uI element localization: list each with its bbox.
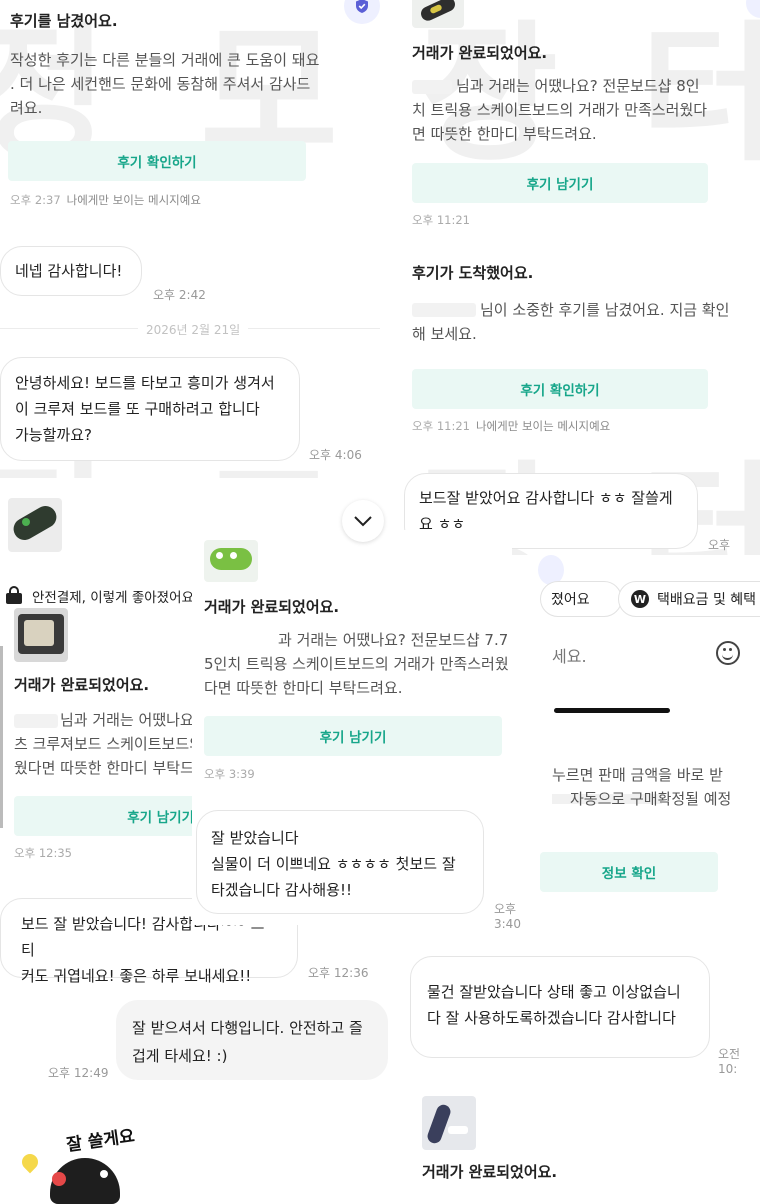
chat-bubble: 네넵 감사합니다! xyxy=(0,246,142,296)
product-thumbnail xyxy=(412,0,464,28)
review-card-body-line: 작성한 후기는 다른 분들의 거래에 큰 도움이 돼요 xyxy=(10,51,320,69)
trade-complete-title: 거래가 완료되었어요. xyxy=(14,676,150,694)
trade-complete-title: 거래가 완료되었어요. xyxy=(412,44,548,62)
panel-divider xyxy=(0,646,3,828)
chat-bubble-line: 안녕하세요! 보드를 타보고 흥미가 생겨서 xyxy=(15,374,275,392)
message-time: 오후 3:40 xyxy=(494,902,521,931)
blurred-username xyxy=(14,714,58,728)
chip-safe-pay[interactable]: 졌어요 xyxy=(540,581,622,617)
trade-complete-title: 거래가 완료되었어요. xyxy=(422,1163,558,1181)
shield-badge-icon xyxy=(344,0,380,24)
chat-bubble-line: 다 잘 사용하도록하겠습니다 감사합니다 xyxy=(427,1009,676,1027)
view-review-button[interactable]: 후기 확인하기 xyxy=(8,141,306,181)
chat-bubble-line: 물건 잘받았습니다 상태 좋고 이상없습니 xyxy=(427,983,681,1001)
info-text-line: 누르면 판매 금액을 바로 받 xyxy=(552,766,723,784)
blurred-username xyxy=(412,303,476,317)
chat-bubble-line: 잘 받으셔서 다행입니다. 안전하고 즐 xyxy=(132,1019,363,1037)
write-review-label: 후기 남기기 xyxy=(127,810,194,826)
chat-bubble-line: 가능할까요? xyxy=(15,426,92,444)
message-input[interactable]: 세요. xyxy=(552,643,587,667)
sticker: 잘 쓸게요 xyxy=(18,1118,152,1204)
my-chat-bubble: 잘 받으셔서 다행입니다. 안전하고 즐 겁게 타세요! :) xyxy=(116,1000,388,1080)
chat-bubble-line: 이 크루져 보드를 또 구매하려고 합니다 xyxy=(15,400,260,418)
review-card-body-line: 려요. xyxy=(10,99,43,117)
chat-bubble-line: 보드잘 받았어요 감사합니다 ㅎㅎ 잘쓸게 xyxy=(419,489,673,507)
chat-bubble-line: 커도 귀엽네요! 좋은 하루 보내세요!! xyxy=(21,967,252,985)
message-time: 오후 4:06 xyxy=(309,448,362,462)
trade-complete-body-line: 님과 거래는 어땠나요? 전문보드샵 8인 xyxy=(456,77,700,95)
chat-bubble-line: 겁게 타세요! :) xyxy=(132,1047,228,1065)
trade-complete-body-line: 츠 크루져보드 스케이트보드의 xyxy=(14,735,203,753)
blurred-username xyxy=(412,80,452,94)
review-arrived-body-line: 해 보세요. xyxy=(412,325,477,343)
chat-bubble: 안녕하세요! 보드를 타보고 흥미가 생겨서 이 크루져 보드를 또 구매하려고… xyxy=(0,357,300,461)
trade-complete-body-line: 5인치 트릭용 스케이트보드의 거래가 만족스러웠 xyxy=(204,655,509,673)
info-check-button[interactable]: 정보 확인 xyxy=(540,852,718,892)
message-time: 오후 11:21 xyxy=(412,419,470,433)
message-meta: 오후 11:21 나에게만 보이는 메시지예요 xyxy=(412,418,610,434)
message-meta: 오후 2:37 나에게만 보이는 메시지예요 xyxy=(10,192,201,208)
trade-complete-body-line: 웠다면 따뜻한 한마디 부탁드려 xyxy=(14,759,208,777)
product-thumbnail xyxy=(14,608,68,662)
info-text-line: 자동으로 구매확정될 예정 xyxy=(570,790,732,808)
home-indicator xyxy=(554,708,670,713)
message-time: 오후 12:36 xyxy=(308,966,369,980)
product-thumbnail xyxy=(422,1096,476,1150)
chevron-down-icon xyxy=(354,516,372,527)
private-note: 나에게만 보이는 메시지예요 xyxy=(475,419,611,433)
trade-complete-body-line: 과 거래는 어땠나요? 전문보드샵 7.7 xyxy=(278,631,509,649)
message-time: 오후 2:37 xyxy=(10,193,61,207)
message-time: 오후 11:21 xyxy=(412,213,470,227)
sticker-text: 잘 쓸게요 xyxy=(65,1126,136,1156)
chip-label: 졌어요 xyxy=(551,592,590,608)
chat-panel-top-right: 거래가 완료되었어요. 님과 거래는 어땠나요? 전문보드샵 8인 치 트릭용 … xyxy=(400,0,760,567)
trade-complete-body-line: 치 트릭용 스케이트보드의 거래가 만족스러웠다 xyxy=(412,101,708,119)
date-label: 2026년 2월 21일 xyxy=(138,321,249,338)
chip-label: 택배요금 및 혜택 확 xyxy=(657,592,760,608)
review-arrived-body-line: 님이 소중한 후기를 남겼어요. 지금 확인 xyxy=(480,301,730,319)
message-time: 오후 3:39 xyxy=(204,767,255,781)
chat-bubble: 물건 잘받았습니다 상태 좋고 이상없습니 다 잘 사용하도록하겠습니다 감사합… xyxy=(410,956,710,1058)
trade-complete-body-line: 다면 따뜻한 한마디 부탁드려요. xyxy=(204,679,403,697)
won-circle-icon: W xyxy=(631,590,649,608)
message-time: 오전 10: xyxy=(718,1047,741,1076)
review-card-title: 후기를 남겼어요. xyxy=(10,12,118,30)
write-review-button[interactable]: 후기 남기기 xyxy=(204,716,502,756)
chat-bubble-line: 타겠습니다 감사해용!! xyxy=(211,881,352,899)
scroll-down-button[interactable] xyxy=(342,500,384,542)
emoji-icon[interactable] xyxy=(716,641,740,665)
chat-bubble-line: 실물이 더 이쁘네요 ㅎㅎㅎㅎ 첫보드 잘 xyxy=(211,855,456,873)
badge-icon xyxy=(746,0,760,18)
heart-icon xyxy=(18,1150,42,1174)
chat-panel-top-left: 후기를 남겼어요. 작성한 후기는 다른 분들의 거래에 큰 도움이 돼요 . … xyxy=(0,0,390,470)
message-time: 오후 12:35 xyxy=(14,846,72,860)
trade-complete-body-line: 님과 거래는 어땠나요? xyxy=(60,711,202,729)
chip-shipping[interactable]: W 택배요금 및 혜택 확 xyxy=(618,581,760,617)
lock-icon xyxy=(6,586,22,604)
chat-bubble-line: 잘 받았습니다 xyxy=(211,829,299,847)
chat-bubble: 잘 받았습니다 실물이 더 이쁘네요 ㅎㅎㅎㅎ 첫보드 잘 타겠습니다 감사해용… xyxy=(196,810,484,914)
safe-pay-banner[interactable]: 안전결제, 이렇게 좋아졌어요 xyxy=(32,586,194,606)
blurred-username xyxy=(204,634,268,648)
product-thumbnail xyxy=(8,498,62,552)
trade-complete-body-line: 면 따뜻한 한마디 부탁드려요. xyxy=(412,125,597,143)
write-review-button[interactable]: 후기 남기기 xyxy=(412,163,708,203)
chat-panel-middle: 거래가 완료되었어요. 과 거래는 어땠나요? 전문보드샵 7.7 5인치 트릭… xyxy=(192,530,521,931)
message-time: 오후 2:42 xyxy=(153,288,206,302)
review-card-body-line: . 더 나은 세컨핸드 문화에 동참해 주셔서 감사드 xyxy=(10,75,311,93)
view-review-button[interactable]: 후기 확인하기 xyxy=(412,369,708,409)
message-time: 오후 12:49 xyxy=(48,1066,109,1080)
product-thumbnail xyxy=(204,540,258,582)
review-arrived-title: 후기가 도착했어요. xyxy=(412,264,534,282)
trade-complete-title: 거래가 완료되었어요. xyxy=(204,598,340,616)
private-note: 나에게만 보이는 메시지예요 xyxy=(66,193,201,207)
